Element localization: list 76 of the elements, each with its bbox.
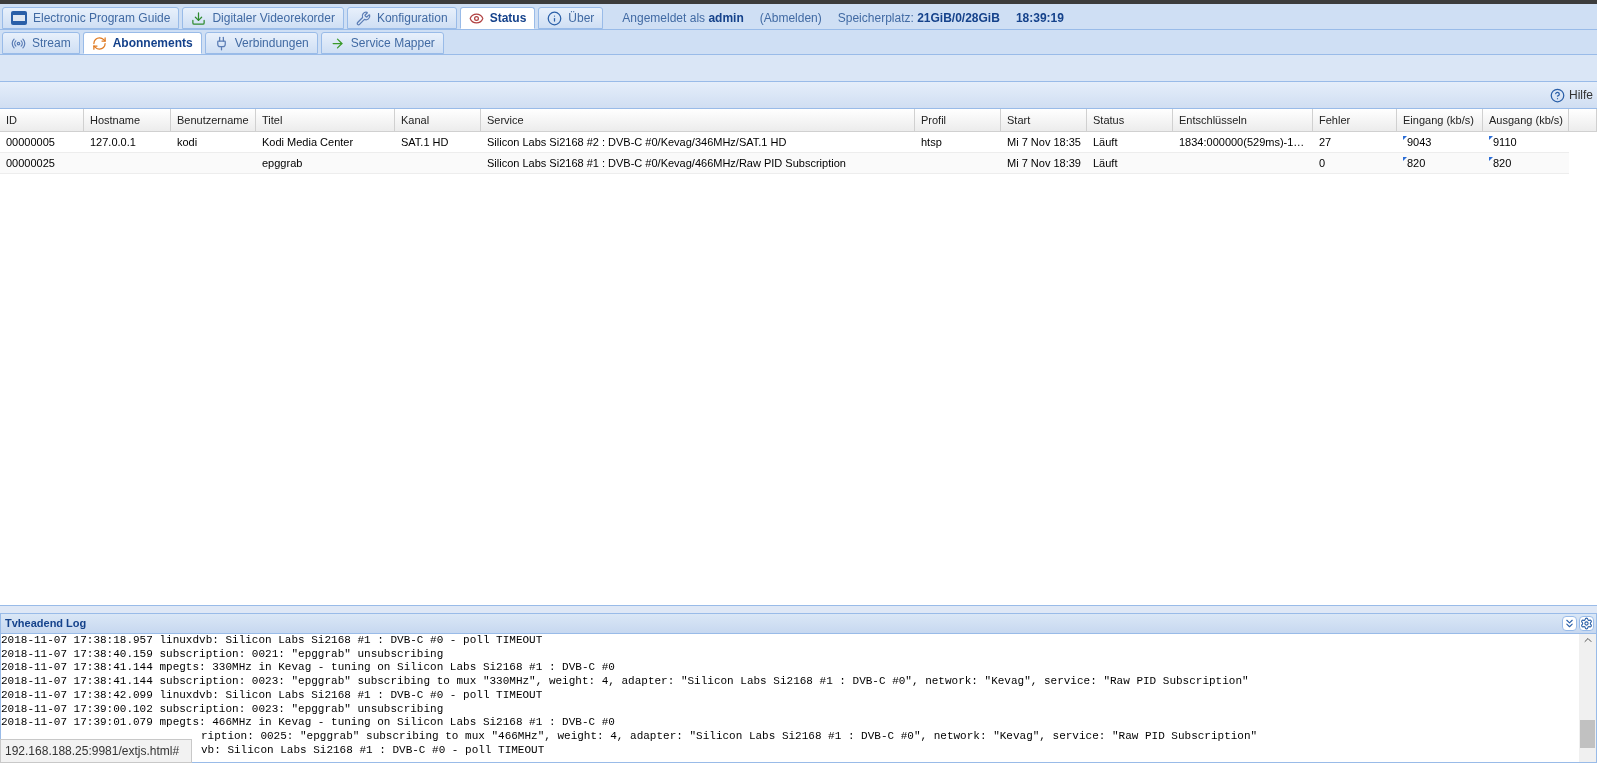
help-button[interactable]: Hilfe — [1550, 86, 1593, 104]
table-cell-text: 1834:000000(529ms)-1… — [1179, 134, 1305, 150]
table-cell-text: 820 — [1407, 155, 1426, 171]
column-header[interactable]: Ausgang (kb/s) — [1483, 109, 1569, 131]
column-header[interactable]: Benutzername — [171, 109, 256, 131]
tab[interactable]: Service Mapper — [320, 32, 444, 54]
table-row[interactable]: 00000025 epggrab Silicon Labs Si2168 #1 : DVB-C #0/Kevag/466MHz/Raw PID Subscription Mi 7 Nov 18:39 Läuft 0 820 820 — [0, 153, 1569, 174]
column-header[interactable]: Titel — [256, 109, 395, 131]
scrollbar-thumb[interactable] — [1580, 720, 1595, 748]
column-header[interactable]: Eingang (kb/s) — [1397, 109, 1483, 131]
table-cell-text: Mi 7 Nov 18:39 — [1007, 155, 1081, 171]
log-title: Tvheadend Log — [5, 616, 87, 632]
table-cell-text: Silicon Labs Si2168 #1 : DVB-C #0/Kevag/466MHz/Raw PID Subscription — [487, 155, 846, 171]
table-cell-text: 820 — [1493, 155, 1512, 171]
log-line: 2018-11-07 17:38:41.144 subscription: 0023: "epggrab" subscribing to mux "330MHz", weight: 4, adapter: "Silicon Labs Si2168 #1 : DVB-C #0", network: "Kevag", service: "Raw PID Subscription" — [1, 675, 1249, 688]
table-cell-text: 00000005 — [6, 134, 55, 150]
table-cell-text: Läuft — [1093, 134, 1118, 150]
marker-icon — [1489, 156, 1493, 161]
tab[interactable]: Electronic Program Guide — [2, 7, 180, 29]
settings-icon[interactable] — [1579, 616, 1594, 631]
table-cell-text: Silicon Labs Si2168 #2 : DVB-C #0/Kevag/346MHz/SAT.1 HD — [487, 134, 787, 150]
info-icon — [547, 10, 563, 26]
tab[interactable]: Status — [459, 7, 536, 29]
log-line: vb: Silicon Labs Si2168 #1 : DVB-C #0 - poll TIMEOUT — [201, 743, 545, 756]
refresh-icon — [91, 35, 107, 51]
table-cell-text: epggrab — [262, 155, 303, 171]
eye-icon — [468, 10, 484, 26]
marker-icon — [1489, 135, 1493, 140]
table-cell-text: kodi — [177, 134, 198, 150]
tab[interactable]: Digitaler Videorekorder — [182, 7, 344, 29]
download-icon — [191, 10, 207, 26]
table-cell-text: 127.0.0.1 — [90, 134, 136, 150]
column-header[interactable]: Fehler — [1313, 109, 1397, 131]
tab[interactable]: Stream — [2, 32, 80, 54]
column-header[interactable]: Hostname — [84, 109, 171, 131]
column-header[interactable]: Start — [1001, 109, 1087, 131]
collapse-icon[interactable] — [1562, 616, 1577, 631]
column-header[interactable]: Entschlüsseln — [1173, 109, 1313, 131]
logout-link[interactable]: (Abmelden) — [759, 9, 822, 27]
tab[interactable]: Über — [538, 7, 604, 29]
column-header[interactable]: Status — [1087, 109, 1173, 131]
table-cell-text: 0 — [1319, 155, 1326, 171]
column-header[interactable]: Service — [481, 109, 915, 131]
help-icon — [1550, 87, 1565, 103]
column-header[interactable]: ID — [0, 109, 84, 131]
marker-icon — [1403, 156, 1407, 161]
log-line: 2018-11-07 17:39:01.079 mpegts: 466MHz in Kevag - tuning on Silicon Labs Si2168 #1 : DVB-C #0 — [1, 716, 615, 729]
table-cell-text: SAT.1 HD — [401, 134, 449, 150]
storage-text: Speicherplatz: 21GiB/0/28GiB — [837, 10, 1000, 27]
log-line: 2018-11-07 17:38:18.957 linuxdvb: Silicon Labs Si2168 #1 : DVB-C #0 - poll TIMEOUT — [1, 634, 543, 646]
arrow-icon — [329, 35, 345, 51]
table-cell-text: Läuft — [1093, 155, 1118, 171]
tab[interactable]: Konfiguration — [346, 7, 457, 29]
log-line: 2018-11-07 17:38:41.144 mpegts: 330MHz in Kevag - tuning on Silicon Labs Si2168 #1 : DVB-C #0 — [1, 661, 615, 674]
column-header[interactable]: Profil — [915, 109, 1001, 131]
table-cell-text: 27 — [1319, 134, 1332, 150]
log-line: 2018-11-07 17:38:40.159 subscription: 0021: "epggrab" unsubscribing — [1, 647, 444, 660]
login-text: Angemeldet als admin — [622, 10, 744, 27]
table-cell-text: 9110 — [1493, 134, 1517, 150]
log-line: 2018-11-07 17:38:42.099 linuxdvb: Silicon Labs Si2168 #1 : DVB-C #0 - poll TIMEOUT — [1, 688, 543, 701]
log-line: ription: 0025: "epggrab" subscribing to mux "466MHz", weight: 4, adapter: "Silicon Labs Si2168 #1 : DVB-C #0", network: "Kevag", service: "Raw PID Subscription" — [201, 729, 1258, 742]
table-cell-text: Mi 7 Nov 18:35 — [1007, 134, 1081, 150]
table-cell-text: 00000025 — [6, 155, 55, 171]
log-line: 2018-11-07 17:39:00.102 subscription: 0023: "epggrab" unsubscribing — [1, 702, 444, 715]
table-cell-text: Kodi Media Center — [262, 134, 354, 150]
wrench-icon — [355, 10, 371, 26]
tab[interactable]: Verbindungen — [204, 32, 318, 54]
clock-text: 18:39:19 — [1015, 10, 1064, 27]
status-url-tooltip: 192.168.188.25:9981/extjs.html# — [0, 739, 192, 763]
column-header[interactable]: Kanal — [395, 109, 481, 131]
epg-logo-icon — [11, 11, 27, 25]
tab[interactable]: Abonnements — [82, 32, 202, 54]
marker-icon — [1403, 135, 1407, 140]
table-cell-text: htsp — [921, 134, 942, 150]
table-cell-text: 9043 — [1407, 134, 1432, 150]
scrollbar[interactable] — [1579, 634, 1596, 762]
